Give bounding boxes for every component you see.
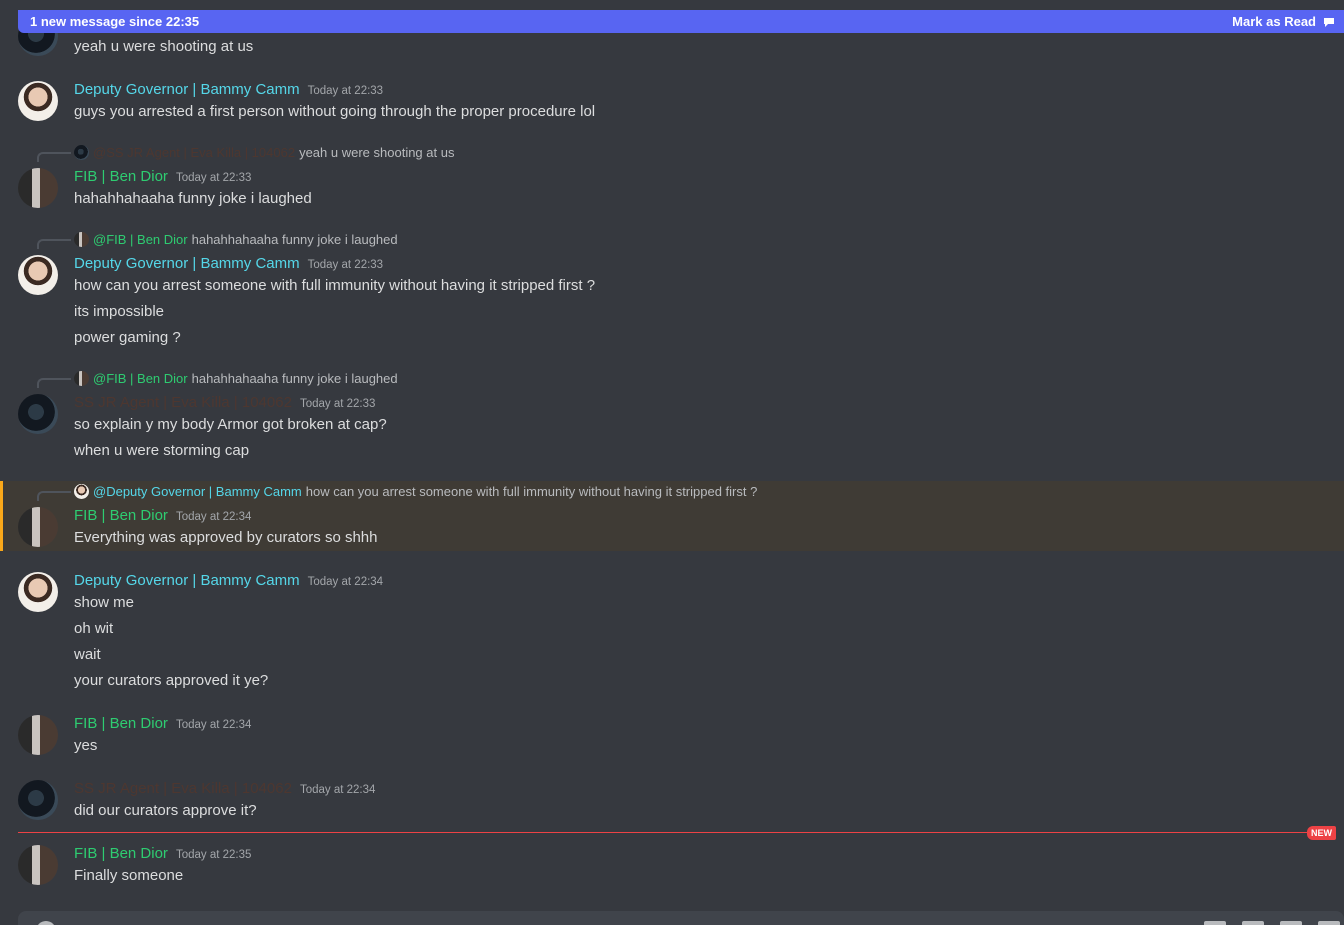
reply-author: @SS JR Agent | Eva Killa | 104062 — [93, 145, 296, 160]
message-text: its impossible — [74, 303, 165, 320]
author-name[interactable]: FIB | Ben Dior — [74, 845, 168, 862]
author-name[interactable]: Deputy Governor | Bammy Camm — [74, 572, 300, 589]
reply-avatar — [74, 371, 89, 386]
avatar[interactable] — [18, 394, 58, 434]
timestamp: Today at 22:33 — [299, 398, 376, 410]
gift-icon[interactable] — [1204, 921, 1226, 925]
avatar[interactable] — [18, 81, 58, 121]
attach-icon[interactable] — [36, 921, 56, 925]
reply-spine — [37, 491, 71, 501]
emoji-icon[interactable] — [1318, 921, 1340, 925]
timestamp: Today at 22:33 — [307, 85, 384, 97]
avatar[interactable] — [18, 780, 58, 820]
message-text: so explain y my body Armor got broken at… — [74, 416, 387, 433]
mark-as-read-label: Mark as Read — [1232, 14, 1316, 29]
reply-spine — [37, 239, 71, 249]
author-name[interactable]: Deputy Governor | Bammy Camm — [74, 255, 300, 272]
reply-text: how can you arrest someone with full imm… — [305, 484, 758, 499]
timestamp: Today at 22:34 — [299, 784, 376, 796]
message-text: your curators approved it ye? — [74, 672, 269, 689]
author-name[interactable]: FIB | Ben Dior — [74, 507, 168, 524]
reply-text: hahahhahaaha funny joke i laughed — [191, 232, 398, 247]
mark-as-read-button[interactable]: Mark as Read — [1232, 14, 1336, 29]
reply-preview[interactable]: @SS JR Agent | Eva Killa | 104062 yeah u… — [74, 145, 454, 160]
message-text: how can you arrest someone with full imm… — [74, 277, 596, 294]
new-badge: NEW — [1307, 826, 1336, 840]
avatar[interactable] — [18, 715, 58, 755]
reply-spine — [37, 152, 71, 162]
timestamp: Today at 22:33 — [175, 172, 252, 184]
message-text: yes — [74, 737, 98, 754]
new-messages-text: 1 new message since 22:35 — [30, 14, 200, 29]
avatar[interactable] — [18, 507, 58, 547]
reply-text: yeah u were shooting at us — [299, 145, 455, 160]
author-name[interactable]: SS JR Agent | Eva Killa | 104062 — [74, 394, 292, 411]
message-text: Everything was approved by curators so s… — [74, 529, 378, 546]
gif-icon[interactable] — [1242, 921, 1264, 925]
timestamp: Today at 22:34 — [175, 719, 252, 731]
reply-avatar — [74, 232, 89, 247]
message-text: yeah u were shooting at us — [74, 38, 254, 55]
reply-author: @FIB | Ben Dior — [93, 232, 188, 247]
author-name[interactable]: SS JR Agent | Eva Killa | 104062 — [74, 780, 292, 797]
message-text: power gaming ? — [74, 329, 181, 346]
avatar[interactable] — [18, 572, 58, 612]
new-messages-banner[interactable]: 1 new message since 22:35 Mark as Read — [18, 10, 1344, 33]
reply-author: @FIB | Ben Dior — [93, 371, 188, 386]
reply-author: @Deputy Governor | Bammy Camm — [93, 484, 302, 499]
timestamp: Today at 22:34 — [307, 576, 384, 588]
message-text: hahahhahaaha funny joke i laughed — [74, 190, 312, 207]
message-text: wait — [74, 646, 101, 663]
timestamp: Today at 22:34 — [175, 511, 252, 523]
sticker-icon[interactable] — [1280, 921, 1302, 925]
timestamp: Today at 22:35 — [175, 849, 252, 861]
message-composer[interactable] — [18, 911, 1344, 925]
reply-spine — [37, 378, 71, 388]
author-name[interactable]: Deputy Governor | Bammy Camm — [74, 81, 300, 98]
reply-avatar — [74, 484, 89, 499]
reply-preview[interactable]: @Deputy Governor | Bammy Camm how can yo… — [74, 484, 757, 499]
message-text: oh wit — [74, 620, 114, 637]
author-name[interactable]: FIB | Ben Dior — [74, 715, 168, 732]
message-text: Finally someone — [74, 867, 184, 884]
mark-read-icon — [1324, 17, 1334, 27]
message-text: when u were storming cap — [74, 442, 250, 459]
reply-avatar — [74, 145, 89, 160]
message-text: show me — [74, 594, 135, 611]
avatar[interactable] — [18, 168, 58, 208]
reply-text: hahahhahaaha funny joke i laughed — [191, 371, 398, 386]
avatar[interactable] — [18, 845, 58, 885]
reply-preview[interactable]: @FIB | Ben Dior hahahhahaaha funny joke … — [74, 232, 398, 247]
author-name[interactable]: FIB | Ben Dior — [74, 168, 168, 185]
reply-preview[interactable]: @FIB | Ben Dior hahahhahaaha funny joke … — [74, 371, 398, 386]
message-text: guys you arrested a first person without… — [74, 103, 596, 120]
message-text: did our curators approve it? — [74, 802, 257, 819]
timestamp: Today at 22:33 — [307, 259, 384, 271]
avatar[interactable] — [18, 255, 58, 295]
new-messages-divider — [18, 832, 1308, 833]
